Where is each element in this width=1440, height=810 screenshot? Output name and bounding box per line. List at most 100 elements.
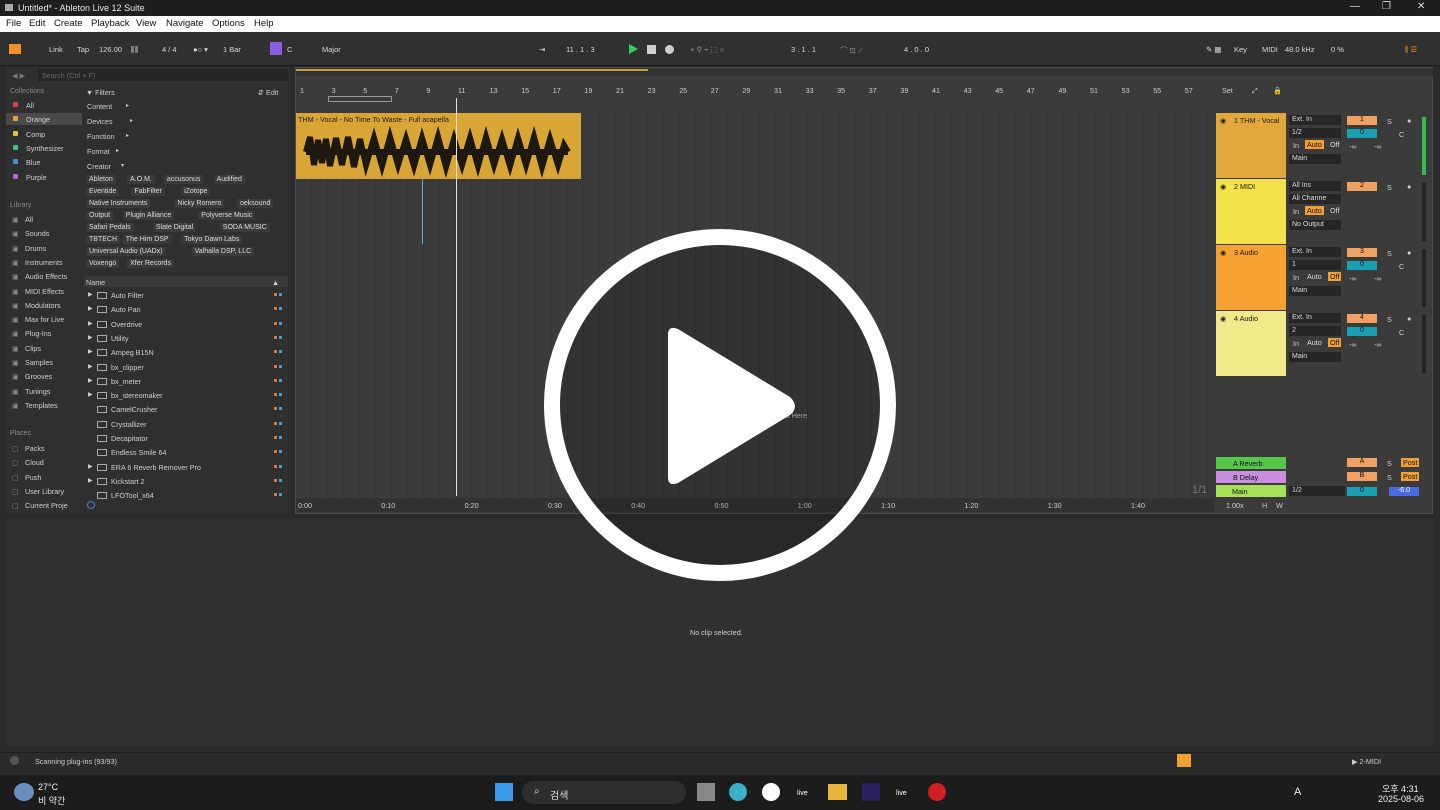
collection-all[interactable]: All xyxy=(26,101,34,110)
monitor-off[interactable]: Off xyxy=(1328,272,1342,281)
track-pan[interactable]: C xyxy=(1399,328,1404,337)
output-select[interactable]: Main xyxy=(1289,286,1341,296)
send-a[interactable]: -∞ xyxy=(1349,142,1357,151)
close-icon[interactable]: ✕ xyxy=(1417,1,1425,12)
app-icon-1[interactable] xyxy=(729,783,747,801)
send-a[interactable]: -∞ xyxy=(1349,340,1357,349)
browser-item[interactable]: Endless Smile 64 xyxy=(111,448,167,457)
file-explorer-icon[interactable] xyxy=(828,784,847,800)
library-item[interactable]: Drums xyxy=(25,244,46,253)
nav-arrows-icon[interactable]: ◀ ▶ xyxy=(12,71,25,80)
expand-arrow-icon[interactable]: ▶ xyxy=(88,348,93,355)
browser-item[interactable]: Utility xyxy=(111,334,129,343)
collection-orange[interactable]: Orange xyxy=(26,115,50,124)
maximize-icon[interactable]: ❐ xyxy=(1382,1,1391,12)
library-item[interactable]: Max for Live xyxy=(25,315,64,324)
main-channel-select[interactable]: 1/2 xyxy=(1289,486,1345,496)
track-number[interactable]: 3 xyxy=(1347,248,1377,257)
library-item[interactable]: Samples xyxy=(25,358,53,367)
library-item[interactable]: Instruments xyxy=(25,258,63,267)
return-post[interactable]: Post xyxy=(1401,472,1420,481)
creator-tag[interactable]: Audified xyxy=(213,175,245,184)
h-button[interactable]: H xyxy=(1262,501,1267,510)
browser-item[interactable]: Auto Pan xyxy=(111,305,141,314)
creator-tag[interactable]: SODA MUSIC xyxy=(219,223,270,232)
warning-icon[interactable] xyxy=(1177,754,1191,767)
taskbar-search[interactable]: ⌕ 검색 xyxy=(522,781,686,804)
menu-options[interactable]: Options xyxy=(212,18,245,29)
input-type-select[interactable]: Ext. In xyxy=(1289,313,1341,323)
creator-tag[interactable]: A.O.M. xyxy=(127,175,155,184)
browser-item[interactable]: bx_clipper xyxy=(111,363,144,372)
input-language[interactable]: A xyxy=(1294,786,1301,798)
track-fold-icon[interactable]: ◉ xyxy=(1220,182,1226,191)
browser-item[interactable]: Ampeg B15N xyxy=(111,348,154,357)
solo-button[interactable]: S xyxy=(1387,315,1392,324)
filter-group[interactable]: Creator xyxy=(87,162,111,171)
collection-blue[interactable]: Blue xyxy=(26,158,40,167)
draw-mode-icon[interactable]: ✎ ▦ xyxy=(1206,45,1221,55)
filter-group[interactable]: Format xyxy=(87,147,110,156)
track-fold-icon[interactable]: ◉ xyxy=(1220,314,1226,323)
overview-bar[interactable] xyxy=(296,68,1433,76)
track-volume[interactable]: 0 xyxy=(1347,327,1377,336)
expand-arrow-icon[interactable]: ▶ xyxy=(88,477,93,484)
set-button[interactable]: Set xyxy=(1222,86,1233,95)
library-item[interactable]: Plug-Ins xyxy=(25,329,51,338)
browser-item[interactable]: bx_stereomaker xyxy=(111,391,163,400)
menu-file[interactable]: File xyxy=(6,18,21,29)
browser-item[interactable]: CamelCrusher xyxy=(111,405,157,414)
filter-group[interactable]: Function xyxy=(87,132,115,141)
solo-button[interactable]: S xyxy=(1387,249,1392,258)
view-toggle-icon[interactable]: ⫼ ☰ xyxy=(1405,45,1417,55)
return-solo[interactable]: S xyxy=(1387,473,1392,482)
library-item[interactable]: Clips xyxy=(25,344,41,353)
main-track-header[interactable]: Main xyxy=(1216,485,1286,497)
creator-tag[interactable]: The Him DSP xyxy=(122,235,172,244)
loop-brace[interactable] xyxy=(328,96,392,102)
creator-tag[interactable]: Valhalla DSP, LLC xyxy=(191,247,255,256)
follow-icon[interactable]: ⇥ xyxy=(539,45,545,55)
browser-item[interactable]: Overdrive xyxy=(111,320,142,329)
place-item[interactable]: Cloud xyxy=(25,458,44,467)
browser-item[interactable]: LFOTool_x64 xyxy=(111,491,154,500)
creator-tag[interactable]: oeksound xyxy=(237,199,274,208)
expand-arrow-icon[interactable]: ▶ xyxy=(88,463,93,470)
key-map-button[interactable]: Key xyxy=(1234,45,1247,55)
menu-help[interactable]: Help xyxy=(254,18,274,29)
creator-tag[interactable]: TBTECH xyxy=(86,235,120,244)
monitor-auto[interactable]: Auto xyxy=(1305,338,1324,347)
lock-icon[interactable]: 🔒 xyxy=(1273,86,1282,95)
return-post[interactable]: Post xyxy=(1401,458,1420,467)
expand-arrow-icon[interactable]: ▶ xyxy=(88,391,93,398)
library-item[interactable]: All xyxy=(25,215,33,224)
expand-icon[interactable]: ⤢ xyxy=(1252,86,1258,96)
browser-item[interactable]: Decapitator xyxy=(111,434,148,443)
zoom-level[interactable]: 1.00x xyxy=(1226,501,1244,510)
scale-mode-icon[interactable] xyxy=(270,42,282,55)
output-select[interactable]: No Output xyxy=(1289,220,1341,230)
w-button[interactable]: W xyxy=(1276,501,1283,510)
quantize-menu[interactable]: 1 Bar xyxy=(223,45,241,55)
library-item[interactable]: Modulators xyxy=(25,301,61,310)
filters-edit-button[interactable]: ⇵ Edit xyxy=(258,88,278,97)
menu-create[interactable]: Create xyxy=(54,18,83,29)
creator-tag[interactable]: accusonus xyxy=(163,175,204,184)
send-b[interactable]: -∞ xyxy=(1374,340,1382,349)
library-item[interactable]: MIDI Effects xyxy=(25,287,64,296)
main-volume-db[interactable]: -6.0 xyxy=(1389,487,1419,496)
browser-item[interactable]: Auto Filter xyxy=(111,291,144,300)
expand-arrow-icon[interactable]: ▶ xyxy=(88,305,93,312)
place-item[interactable]: Current Proje xyxy=(25,501,68,510)
filter-group[interactable]: Devices xyxy=(87,117,113,126)
input-type-select[interactable]: All Ins xyxy=(1289,181,1341,191)
automation-tools-icon[interactable]: + ⚲ ⌁ ⬚ ○ xyxy=(690,45,724,55)
expand-arrow-icon[interactable]: ▶ xyxy=(88,320,93,327)
track-pan[interactable]: C xyxy=(1399,262,1404,271)
stop-icon[interactable] xyxy=(647,45,656,54)
arm-icon[interactable]: ● xyxy=(1407,248,1411,257)
expand-arrow-icon[interactable]: ▶ xyxy=(88,363,93,370)
monitor-auto[interactable]: Auto xyxy=(1305,140,1324,149)
minimize-icon[interactable]: — xyxy=(1350,1,1360,12)
record-icon[interactable] xyxy=(665,45,674,54)
